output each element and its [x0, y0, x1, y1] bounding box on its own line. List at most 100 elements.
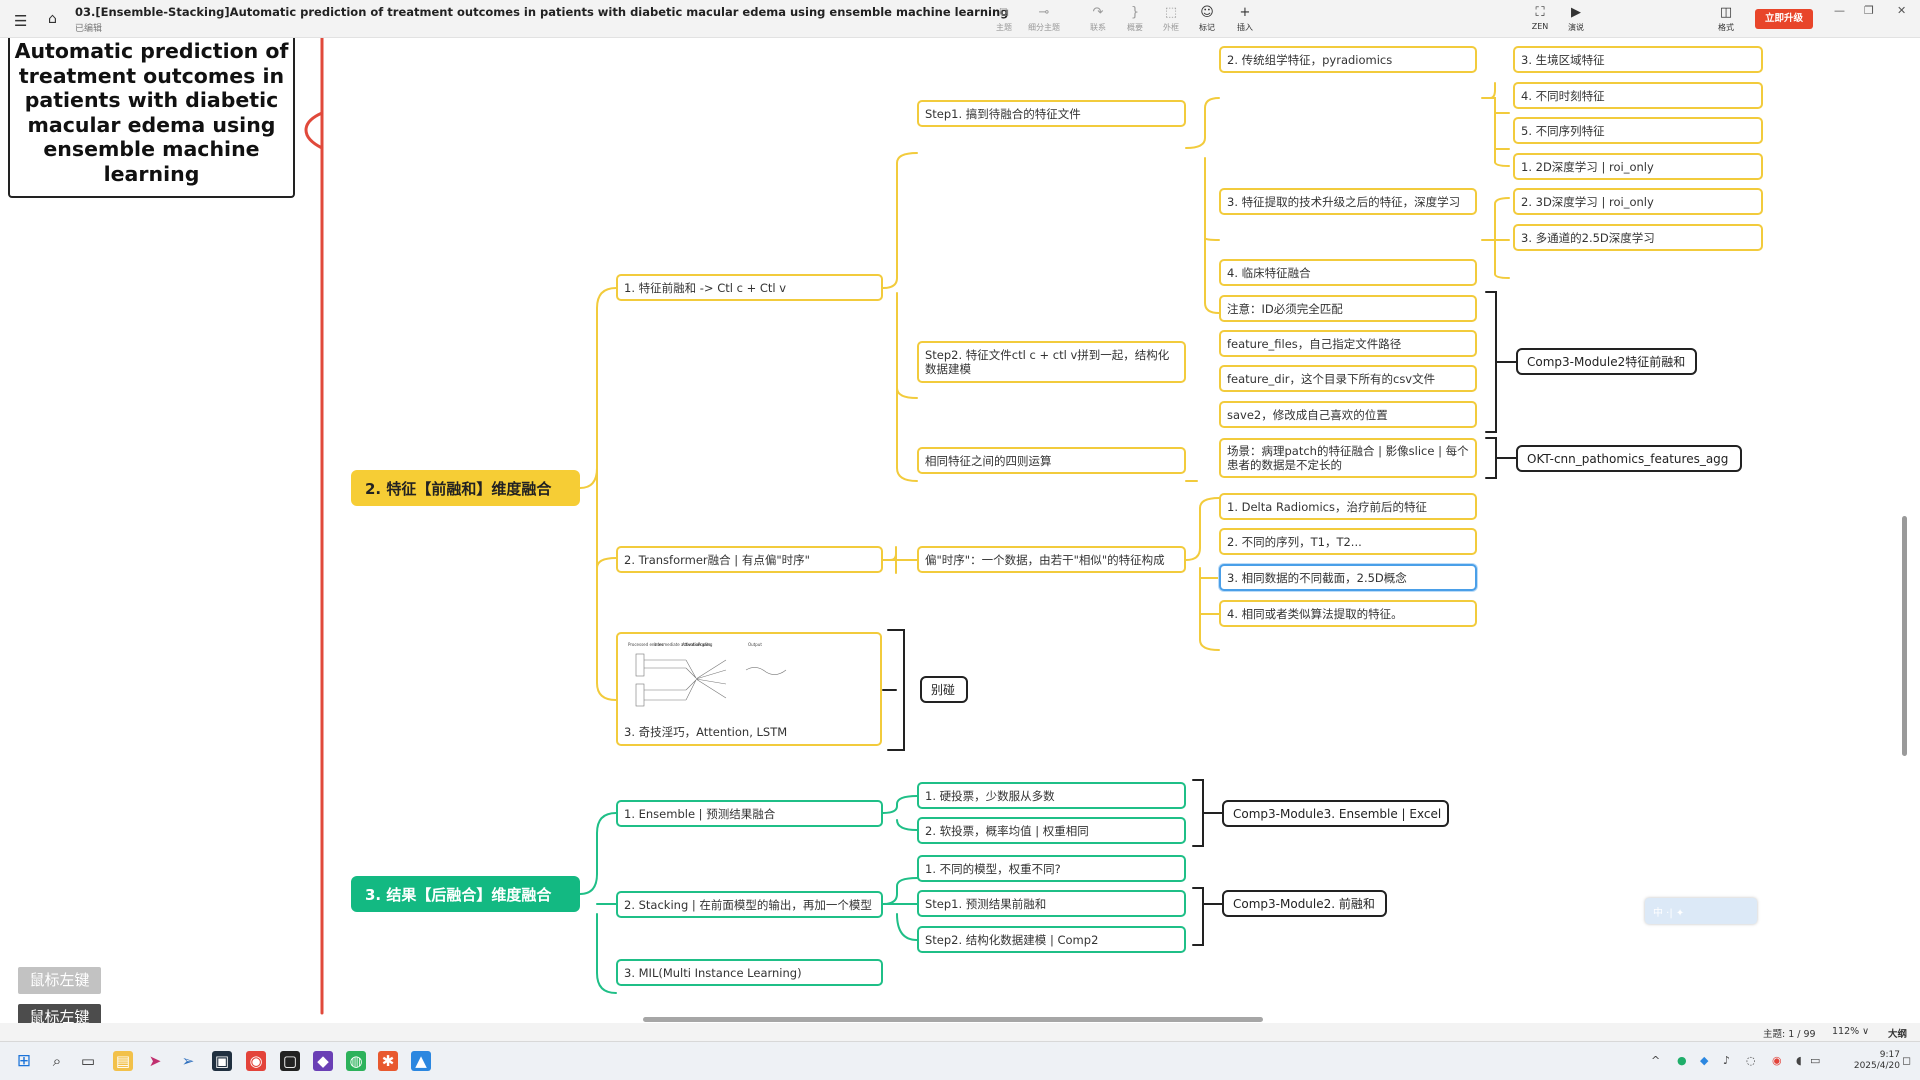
relation-icon: ↷: [1092, 5, 1104, 20]
module-label[interactable]: Comp3-Module2特征前融和: [1516, 348, 1697, 375]
arith-node[interactable]: 相同特征之间的四则运算: [917, 447, 1186, 474]
chevron-up-icon[interactable]: ^: [1651, 1054, 1660, 1067]
home-icon[interactable]: ⌂: [48, 11, 57, 27]
deep-learning-item[interactable]: 3. 多通道的2.5D深度学习: [1513, 224, 1763, 251]
transformer-desc[interactable]: 偏"时序"：一个数据，由若干"相似"的特征构成: [917, 546, 1186, 573]
ensemble-item[interactable]: 2. 软投票，概率均值 | 权重相同: [917, 817, 1186, 844]
topic-button[interactable]: ⧉ 主题: [986, 6, 1022, 33]
zen-button[interactable]: ⛶ ZEN: [1522, 5, 1558, 32]
step2-item[interactable]: feature_files，自己指定文件路径: [1219, 330, 1477, 357]
search-icon[interactable]: ⌕: [47, 1051, 67, 1071]
module-label[interactable]: OKT-cnn_pathomics_features_agg: [1516, 445, 1742, 472]
tray-app-icon[interactable]: ◌: [1746, 1054, 1756, 1067]
windows-start-icon[interactable]: ⊞: [14, 1051, 34, 1071]
zoom-level[interactable]: 112% ∨: [1832, 1026, 1869, 1037]
attention-figure-caption: 3. 奇技淫巧，Attention, LSTM: [624, 725, 788, 739]
step2-node[interactable]: Step2. 特征文件ctl c + ctl v拼到一起，结构化数据建模: [917, 341, 1186, 383]
mouse-hint: 鼠标左键: [18, 1004, 101, 1023]
clock[interactable]: 9:17 2025/4/20: [1842, 1050, 1900, 1072]
taskbar: ⊞ ⌕ ▭ ▤ ➤ ➢ ▣ ◉ ▢ ◆ ◍ ✱ ▲ ^ ● ◆ ♪ ◌ ◉ ◖ …: [0, 1041, 1920, 1080]
transformer-item[interactable]: 4. 相同或者类似算法提取的特征。: [1219, 600, 1477, 627]
vertical-scrollbar[interactable]: [1902, 516, 1907, 756]
pointer-app-icon[interactable]: ➤: [145, 1051, 165, 1071]
svg-text:Output: Output: [748, 642, 762, 647]
relation-button[interactable]: ↷ 联系: [1080, 6, 1116, 33]
marker-button[interactable]: ☺ 标记: [1189, 6, 1225, 33]
module-label[interactable]: Comp3-Module2. 前融和: [1222, 890, 1387, 917]
radiomics-item[interactable]: 4. 不同时刻特征: [1513, 82, 1763, 109]
maximize-icon[interactable]: ❐: [1864, 4, 1874, 17]
stacking-item[interactable]: Step2. 结构化数据建模 | Comp2: [917, 926, 1186, 953]
stacking-item[interactable]: Step1. 预测结果前融和: [917, 890, 1186, 917]
status-bar: 主题: 1 / 99 112% ∨ 大纲: [0, 1023, 1920, 1041]
network-icon[interactable]: ▭: [1810, 1054, 1820, 1067]
document-title: 03.[Ensemble-Stacking]Automatic predicti…: [75, 5, 1009, 19]
transformer-item-selected[interactable]: 3. 相同数据的不同截面，2.5D概念: [1219, 564, 1477, 591]
file-explorer-icon[interactable]: ▤: [113, 1051, 133, 1071]
step1-item-clinical[interactable]: 4. 临床特征融合: [1219, 259, 1477, 286]
subtopic-button[interactable]: ⊸ 细分主题: [1026, 6, 1062, 33]
summary-icon: }: [1130, 5, 1140, 20]
step2-item[interactable]: 注意：ID必须完全匹配: [1219, 295, 1477, 322]
terminal-app-icon[interactable]: ▣: [212, 1051, 232, 1071]
send-app-icon[interactable]: ➢: [178, 1051, 198, 1071]
outline-button[interactable]: 大纲: [1888, 1026, 1907, 1040]
step1-item-radiomics[interactable]: 2. 传统组学特征，pyradiomics: [1219, 46, 1477, 73]
play-icon: ▶: [1571, 5, 1581, 20]
hamburger-menu-icon[interactable]: ☰: [14, 12, 27, 30]
boundary-button[interactable]: ⬚ 外框: [1153, 6, 1189, 33]
notification-icon[interactable]: ◻: [1902, 1054, 1911, 1067]
minimize-icon[interactable]: —: [1834, 4, 1845, 17]
topic-icon: ⧉: [999, 5, 1009, 20]
wechat-icon[interactable]: ◍: [346, 1051, 366, 1071]
close-icon[interactable]: ✕: [1897, 4, 1906, 17]
horizontal-scrollbar[interactable]: [643, 1017, 1263, 1022]
svg-text:Pooling: Pooling: [698, 642, 713, 647]
fullscreen-icon: ⛶: [1535, 5, 1545, 20]
transformer-item[interactable]: 1. Delta Radiomics，治疗前后的特征: [1219, 493, 1477, 520]
attention-diagram-image: Processed entries intermediate activatio…: [628, 642, 787, 707]
code-app-icon[interactable]: ▢: [280, 1051, 300, 1071]
radiomics-item[interactable]: 3. 生境区域特征: [1513, 46, 1763, 73]
microphone-icon[interactable]: ♪: [1723, 1054, 1730, 1067]
tray-app-icon[interactable]: ◉: [1772, 1054, 1782, 1067]
step2-item[interactable]: feature_dir，这个目录下所有的csv文件: [1219, 365, 1477, 392]
present-button[interactable]: ▶ 演说: [1558, 6, 1594, 33]
radiomics-item[interactable]: 5. 不同序列特征: [1513, 117, 1763, 144]
attention-figure-node[interactable]: Processed entries intermediate activatio…: [616, 632, 882, 746]
photos-icon[interactable]: ▲: [411, 1051, 431, 1071]
format-button[interactable]: ◫ 格式: [1708, 6, 1744, 33]
deep-learning-item[interactable]: 1. 2D深度学习 | roi_only: [1513, 153, 1763, 180]
chrome-icon[interactable]: ◉: [246, 1051, 266, 1071]
task-view-icon[interactable]: ▭: [78, 1051, 98, 1071]
branch-result-fusion[interactable]: 3. 结果【后融合】维度融合: [351, 876, 580, 912]
subtopic-ensemble[interactable]: 1. Ensemble | 预测结果融合: [616, 800, 883, 827]
branch-feature-fusion[interactable]: 2. 特征【前融和】维度融合: [351, 470, 580, 506]
module-label[interactable]: Comp3-Module3. Ensemble | Excel: [1222, 800, 1449, 827]
step1-node[interactable]: Step1. 搞到待融合的特征文件: [917, 100, 1186, 127]
subtopic-transformer[interactable]: 2. Transformer融合 | 有点偏"时序": [616, 546, 883, 573]
subtopic-mil[interactable]: 3. MIL(Multi Instance Learning): [616, 959, 883, 986]
central-topic[interactable]: Automatic prediction of treatment outcom…: [8, 38, 295, 198]
insert-button[interactable]: + 插入: [1227, 6, 1263, 33]
arith-item[interactable]: 场景：病理patch的特征融合 | 影像slice | 每个患者的数据是不定长的: [1219, 438, 1477, 478]
mindmap-canvas[interactable]: Automatic prediction of treatment outcom…: [0, 38, 1920, 1023]
tray-app-icon[interactable]: ●: [1677, 1054, 1687, 1067]
tray-app-icon[interactable]: ◆: [1700, 1054, 1708, 1067]
deep-learning-item[interactable]: 2. 3D深度学习 | roi_only: [1513, 188, 1763, 215]
subtopic-feature-pre-fusion[interactable]: 1. 特征前融和 -> Ctl c + Ctl v: [616, 274, 883, 301]
ensemble-item[interactable]: 1. 硬投票，少数服从多数: [917, 782, 1186, 809]
subtopic-icon: ⊸: [1038, 5, 1050, 20]
ime-widget[interactable]: 中 ·| ✦: [1645, 898, 1757, 924]
summary-button[interactable]: } 概要: [1117, 6, 1153, 33]
alias-label[interactable]: 别碰: [920, 676, 968, 703]
app-icon[interactable]: ◆: [313, 1051, 333, 1071]
stacking-item[interactable]: 1. 不同的模型，权重不同?: [917, 855, 1186, 882]
xmind-icon[interactable]: ✱: [378, 1051, 398, 1071]
transformer-item[interactable]: 2. 不同的序列，T1，T2...: [1219, 528, 1477, 555]
step2-item[interactable]: save2，修改成自己喜欢的位置: [1219, 401, 1477, 428]
step1-item-deep-learning[interactable]: 3. 特征提取的技术升级之后的特征，深度学习: [1219, 188, 1477, 215]
speaker-icon[interactable]: ◖: [1796, 1054, 1802, 1067]
upgrade-button[interactable]: 立即升级: [1755, 9, 1813, 29]
subtopic-stacking[interactable]: 2. Stacking | 在前面模型的输出，再加一个模型: [616, 891, 883, 918]
